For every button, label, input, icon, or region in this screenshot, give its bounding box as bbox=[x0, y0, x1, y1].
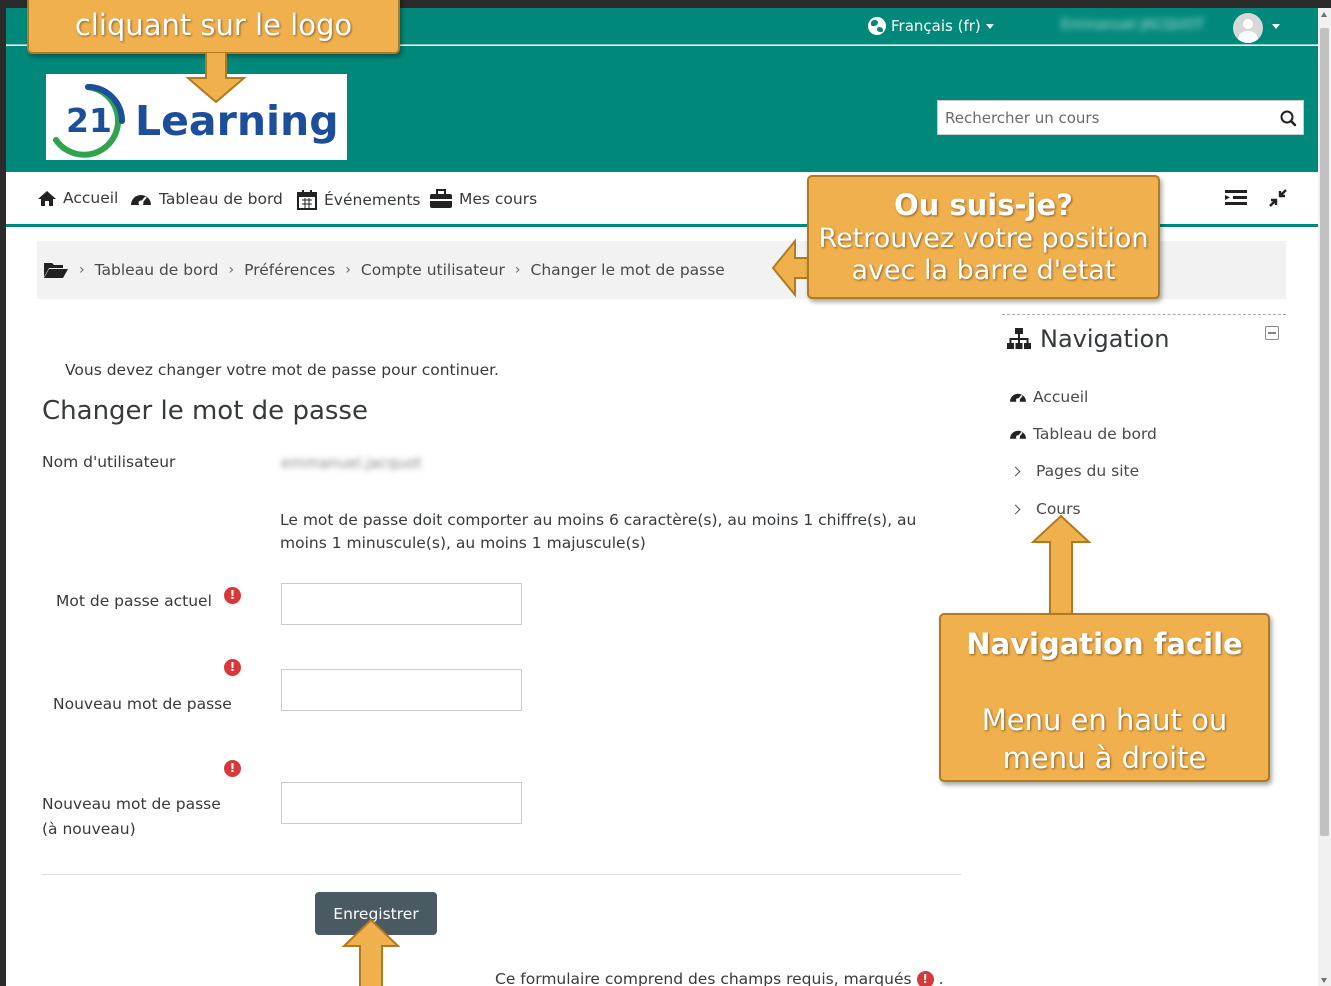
repeat-password-field[interactable] bbox=[281, 782, 522, 824]
callout-breadcrumb: Ou suis-je? Retrouvez votre position ave… bbox=[807, 175, 1160, 299]
indent-icon[interactable] bbox=[1224, 188, 1248, 208]
arrow-up-icon bbox=[1030, 514, 1092, 616]
course-search bbox=[937, 100, 1304, 135]
dashboard-icon bbox=[1010, 393, 1026, 403]
required-icon: ! bbox=[224, 659, 241, 676]
current-password-field[interactable] bbox=[281, 583, 522, 625]
breadcrumb-separator: › bbox=[514, 262, 521, 278]
repeat-password-label-2: (à nouveau) bbox=[42, 820, 136, 838]
chevron-right-icon bbox=[1010, 466, 1021, 476]
username-value: emmanuel.jacquot bbox=[281, 454, 422, 472]
side-item-accueil[interactable]: Accueil bbox=[1008, 388, 1088, 406]
required-icon: ! bbox=[916, 970, 934, 986]
required-icon: ! bbox=[224, 760, 241, 777]
home-icon bbox=[38, 191, 56, 206]
nav-item-tableau-de-bord[interactable]: Tableau de bord bbox=[129, 189, 283, 209]
required-note: Ce formulaire comprend des champs requis… bbox=[495, 970, 944, 986]
username-label: Nom d'utilisateur bbox=[42, 453, 176, 471]
search-input[interactable] bbox=[938, 102, 1275, 133]
callout-navigation: Navigation facile Menu en haut ou menu à… bbox=[939, 613, 1270, 782]
caret-down-icon bbox=[985, 23, 994, 29]
user-name[interactable]: Emmanuel JACQUOT bbox=[1061, 17, 1223, 35]
calendar-icon bbox=[297, 190, 317, 210]
scrollbar-thumb[interactable] bbox=[1320, 28, 1329, 836]
browser-page: Français (fr) Emmanuel JACQUOT 21 Learni… bbox=[6, 8, 1318, 986]
breadcrumb-compte-utilisateur[interactable]: Compte utilisateur bbox=[361, 261, 505, 279]
logo-number: 21 bbox=[66, 101, 112, 140]
globe-icon bbox=[868, 17, 886, 35]
breadcrumb-separator: › bbox=[79, 262, 85, 278]
briefcase-icon bbox=[430, 189, 452, 208]
callout-nav-title: Navigation facile bbox=[966, 627, 1243, 661]
side-item-pages-du-site[interactable]: Pages du site bbox=[1008, 462, 1139, 480]
block-title-text: Navigation bbox=[1040, 325, 1170, 353]
side-item-label: Accueil bbox=[1033, 388, 1089, 406]
search-icon[interactable] bbox=[1275, 103, 1303, 133]
required-note-text: Ce formulaire comprend des champs requis… bbox=[495, 970, 912, 986]
avatar[interactable] bbox=[1233, 13, 1263, 43]
divider bbox=[42, 874, 961, 875]
new-password-field[interactable] bbox=[281, 669, 522, 711]
nav-tools bbox=[1224, 188, 1288, 208]
side-item-label: Pages du site bbox=[1036, 462, 1140, 480]
nav-item-label: Tableau de bord bbox=[159, 190, 283, 208]
nav-item-accueil[interactable]: Accueil bbox=[37, 189, 118, 207]
current-password-label: Mot de passe actuel bbox=[56, 592, 212, 610]
breadcrumb-separator: › bbox=[345, 262, 351, 278]
sitemap-icon bbox=[1007, 328, 1031, 349]
language-menu[interactable]: Français (fr) bbox=[868, 17, 994, 35]
breadcrumb-tableau-de-bord[interactable]: Tableau de bord bbox=[95, 261, 219, 279]
arrow-up-icon bbox=[341, 918, 401, 986]
callout-where-line1: Retrouvez votre position bbox=[818, 223, 1149, 254]
callout-nav-line1: Menu en haut ou bbox=[981, 703, 1228, 737]
side-item-label: Tableau de bord bbox=[1033, 425, 1157, 443]
breadcrumb-current: Changer le mot de passe bbox=[530, 261, 725, 279]
period: . bbox=[938, 970, 944, 986]
nav-item-label: Accueil bbox=[63, 189, 119, 207]
callout-where-line2: avec la barre d'etat bbox=[851, 255, 1116, 286]
logo-text: Learning bbox=[135, 97, 339, 145]
scrollbar[interactable] bbox=[1318, 8, 1331, 986]
dashboard-icon bbox=[131, 195, 151, 206]
required-icon: ! bbox=[224, 587, 241, 604]
nav-item-evenements[interactable]: Événements bbox=[296, 189, 420, 211]
nav-item-label: Événements bbox=[324, 191, 421, 209]
nav-item-label: Mes cours bbox=[459, 190, 538, 208]
callout-nav-line2: menu à droite bbox=[1002, 741, 1207, 775]
compress-icon[interactable] bbox=[1268, 188, 1288, 208]
password-policy: Le mot de passe doit comporter au moins … bbox=[280, 511, 917, 552]
breadcrumb-preferences[interactable]: Préférences bbox=[244, 261, 335, 279]
page-title: Changer le mot de passe bbox=[42, 396, 368, 426]
main-content: Vous devez changer votre mot de passe po… bbox=[6, 308, 966, 986]
callout-where-title: Ou suis-je? bbox=[894, 188, 1073, 222]
repeat-password-label: Nouveau mot de passe bbox=[42, 795, 221, 813]
scroll-up-arrow-icon[interactable] bbox=[1321, 12, 1327, 17]
folder-open-icon[interactable] bbox=[43, 260, 69, 280]
callout-logo-text: cliquant sur le logo bbox=[74, 8, 353, 42]
breadcrumb-separator: › bbox=[228, 262, 235, 278]
scroll-down-arrow-icon[interactable] bbox=[1321, 978, 1327, 983]
chevron-right-icon bbox=[1010, 504, 1021, 514]
collapse-block-icon[interactable] bbox=[1265, 326, 1279, 340]
notice-text: Vous devez changer votre mot de passe po… bbox=[65, 361, 499, 379]
callout-logo: cliquant sur le logo bbox=[27, 0, 400, 54]
new-password-label: Nouveau mot de passe bbox=[53, 695, 232, 713]
language-label: Français (fr) bbox=[891, 17, 981, 35]
dashboard-icon bbox=[1010, 430, 1026, 440]
arrow-down-icon bbox=[186, 52, 246, 104]
nav-item-mes-cours[interactable]: Mes cours bbox=[429, 189, 537, 209]
block-title: Navigation bbox=[1006, 325, 1169, 353]
user-menu-caret-icon[interactable] bbox=[1272, 24, 1280, 29]
side-item-tableau-de-bord[interactable]: Tableau de bord bbox=[1008, 425, 1157, 443]
